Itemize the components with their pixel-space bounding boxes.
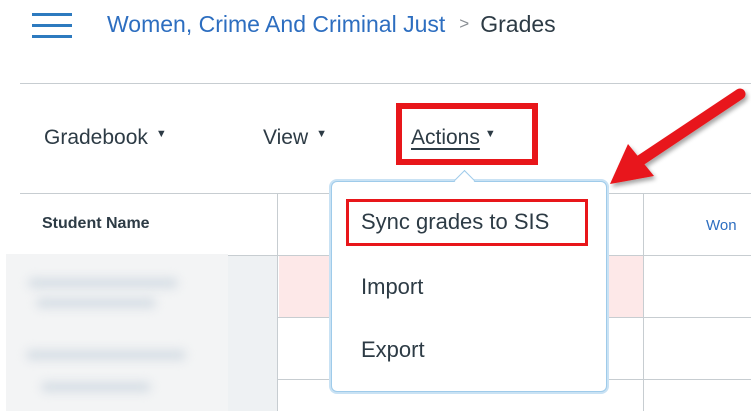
menu-item-export[interactable]: Export	[361, 337, 425, 363]
gradebook-menu-button[interactable]: Gradebook ▼	[44, 126, 167, 150]
grid-cell	[228, 256, 277, 411]
view-menu-button[interactable]: View ▼	[263, 126, 327, 150]
dropdown-pointer	[453, 169, 476, 192]
actions-dropdown-menu: Sync grades to SIS Import Export	[331, 169, 607, 392]
actions-menu-label: Actions	[411, 126, 480, 149]
menu-item-sync-grades-to-sis[interactable]: Sync grades to SIS	[361, 209, 549, 235]
blurred-name	[26, 350, 186, 360]
caret-down-icon: ▼	[155, 128, 167, 140]
gradebook-page: Women, Crime And Criminal Just > Grades …	[0, 0, 751, 411]
red-arrow-annotation	[610, 88, 746, 184]
chevron-right-icon: >	[459, 14, 470, 33]
blurred-name	[28, 278, 178, 288]
caret-down-icon: ▼	[484, 128, 496, 140]
blurred-name	[36, 298, 156, 308]
caret-down-icon: ▼	[316, 128, 328, 140]
hamburger-menu-icon[interactable]	[32, 13, 72, 39]
breadcrumb-course-link[interactable]: Women, Crime And Criminal Just	[107, 11, 445, 38]
header-divider	[20, 83, 751, 84]
view-menu-label: View	[263, 126, 309, 149]
grid-column-divider	[277, 193, 278, 411]
breadcrumb-current-page: Grades	[480, 10, 556, 37]
blurred-student-names	[6, 254, 228, 411]
actions-menu-button[interactable]: Actions ▼	[411, 126, 496, 150]
gradebook-menu-label: Gradebook	[44, 126, 148, 149]
assignment-column-header[interactable]: Won	[706, 217, 737, 234]
grid-column-divider	[643, 193, 644, 411]
blurred-name	[41, 382, 151, 392]
student-name-column-header[interactable]: Student Name	[42, 215, 150, 233]
menu-item-import[interactable]: Import	[361, 274, 423, 300]
breadcrumb: Women, Crime And Criminal Just > Grades	[107, 6, 556, 42]
